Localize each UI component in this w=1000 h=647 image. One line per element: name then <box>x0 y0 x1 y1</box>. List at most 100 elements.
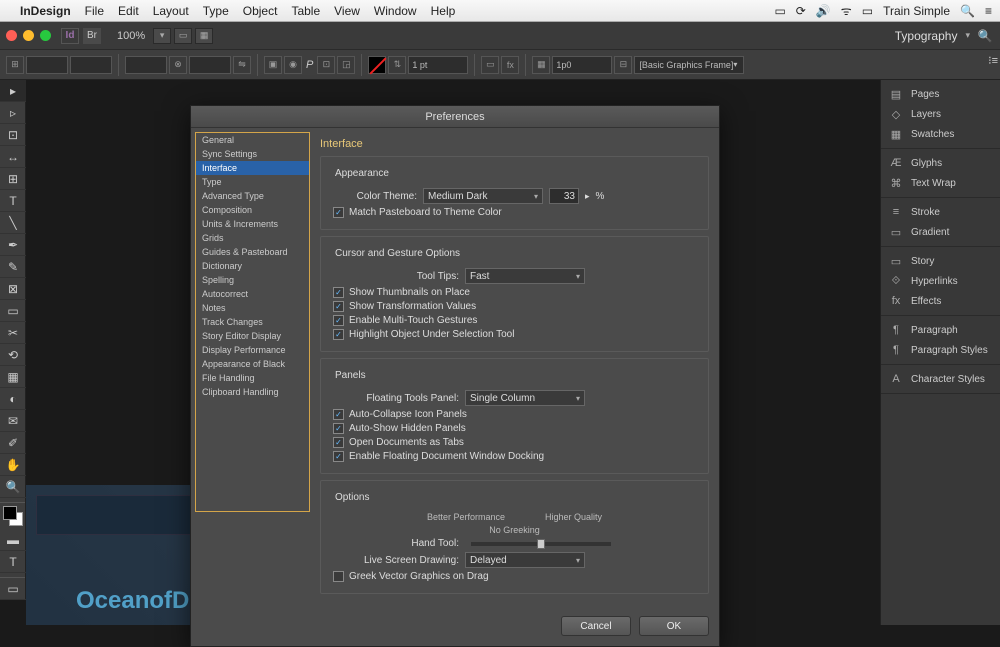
color-theme-dropdown[interactable]: Medium Dark▾ <box>423 188 543 204</box>
panel-layers[interactable]: ◇Layers <box>881 104 1000 124</box>
direct-selection-tool[interactable]: ▹ <box>0 102 26 124</box>
rotate-field[interactable] <box>189 56 231 74</box>
cancel-button[interactable]: Cancel <box>561 616 631 636</box>
category-general[interactable]: General <box>196 133 309 147</box>
show-transform-checkbox[interactable]: ✓Show Transformation Values <box>333 301 700 312</box>
zoom-window-button[interactable] <box>40 30 51 41</box>
corner-icon[interactable]: ◲ <box>337 56 355 74</box>
scissors-tool[interactable]: ✂ <box>0 322 26 344</box>
panel-menu-icon[interactable]: ⁝≡ <box>988 54 998 67</box>
wrap-icon[interactable]: ⊡ <box>317 56 335 74</box>
object-style-dropdown[interactable]: [Basic Graphics Frame]▾ <box>634 56 744 74</box>
screen-mode-normal[interactable]: ▭ <box>0 578 26 600</box>
pen-tool[interactable]: ✒ <box>0 234 26 256</box>
category-dictionary[interactable]: Dictionary <box>196 259 309 273</box>
gradient-tool[interactable]: ▦ <box>0 366 26 388</box>
selection-tool[interactable]: ▸ <box>0 80 26 102</box>
category-units-increments[interactable]: Units & Increments <box>196 217 309 231</box>
category-composition[interactable]: Composition <box>196 203 309 217</box>
fx-icon-a[interactable]: ▭ <box>481 56 499 74</box>
category-notes[interactable]: Notes <box>196 301 309 315</box>
apply-color-button[interactable]: ▬ <box>0 529 26 551</box>
panel-paragraph[interactable]: ¶Paragraph <box>881 320 1000 340</box>
auto-collapse-checkbox[interactable]: ✓Auto-Collapse Icon Panels <box>333 409 700 420</box>
align-icon[interactable]: ⊟ <box>614 56 632 74</box>
category-advanced-type[interactable]: Advanced Type <box>196 189 309 203</box>
tool-tips-dropdown[interactable]: Fast▾ <box>465 268 585 284</box>
workspace-switcher[interactable]: Typography <box>895 29 958 43</box>
panel-paragraph-styles[interactable]: ¶Paragraph Styles <box>881 340 1000 360</box>
menu-window[interactable]: Window <box>374 4 417 18</box>
zoom-tool[interactable]: 🔍 <box>0 476 26 498</box>
ok-button[interactable]: OK <box>639 616 709 636</box>
category-type[interactable]: Type <box>196 175 309 189</box>
gradient-feather-tool[interactable]: ◐ <box>0 388 26 410</box>
category-clipboard-handling[interactable]: Clipboard Handling <box>196 385 309 399</box>
menu-type[interactable]: Type <box>203 4 229 18</box>
category-sync-settings[interactable]: Sync Settings <box>196 147 309 161</box>
display-icon[interactable]: ▭ <box>774 4 785 18</box>
format-container-button[interactable]: T <box>0 551 26 573</box>
panel-text-wrap[interactable]: ⌘Text Wrap <box>881 173 1000 193</box>
multi-touch-checkbox[interactable]: ✓Enable Multi-Touch Gestures <box>333 315 700 326</box>
stroke-weight-field[interactable]: 1 pt <box>408 56 468 74</box>
panel-glyphs[interactable]: ÆGlyphs <box>881 153 1000 173</box>
minimize-window-button[interactable] <box>23 30 34 41</box>
fitting-icon[interactable]: ▦ <box>532 56 550 74</box>
floating-dock-checkbox[interactable]: ✓Enable Floating Document Window Docking <box>333 451 700 462</box>
sync-icon[interactable]: ⟳ <box>796 4 806 18</box>
menu-file[interactable]: File <box>85 4 104 18</box>
live-drawing-dropdown[interactable]: Delayed▾ <box>465 552 585 568</box>
panel-character-styles[interactable]: ACharacter Styles <box>881 369 1000 389</box>
free-transform-tool[interactable]: ⟲ <box>0 344 26 366</box>
brightness-stepper-icon[interactable]: ▸ <box>585 191 590 202</box>
ref-point-icon[interactable]: ⊞ <box>6 56 24 74</box>
menu-view[interactable]: View <box>334 4 360 18</box>
w-field[interactable] <box>70 56 112 74</box>
category-track-changes[interactable]: Track Changes <box>196 315 309 329</box>
highlight-object-checkbox[interactable]: ✓Highlight Object Under Selection Tool <box>333 329 700 340</box>
pencil-tool[interactable]: ✎ <box>0 256 26 278</box>
hand-tool[interactable]: ✋ <box>0 454 26 476</box>
menu-edit[interactable]: Edit <box>118 4 139 18</box>
menu-object[interactable]: Object <box>243 4 278 18</box>
fill-none-icon[interactable] <box>368 56 386 74</box>
rectangle-frame-tool[interactable]: ⊠ <box>0 278 26 300</box>
volume-icon[interactable]: 🔊 <box>816 4 831 18</box>
content-collector-tool[interactable]: ⊞ <box>0 168 26 190</box>
inset-field[interactable]: 1p0 <box>552 56 612 74</box>
flip-h-icon[interactable]: ⇋ <box>233 56 251 74</box>
note-tool[interactable]: ✉ <box>0 410 26 432</box>
zoom-level[interactable]: 100% <box>117 30 145 42</box>
panel-hyperlinks[interactable]: ⟐Hyperlinks <box>881 271 1000 291</box>
close-window-button[interactable] <box>6 30 17 41</box>
eyedropper-tool[interactable]: ✐ <box>0 432 26 454</box>
hand-tool-slider[interactable] <box>471 542 611 546</box>
panel-swatches[interactable]: ▦Swatches <box>881 124 1000 144</box>
open-tabs-checkbox[interactable]: ✓Open Documents as Tabs <box>333 437 700 448</box>
battery-icon[interactable]: ▭ <box>862 4 873 18</box>
category-display-performance[interactable]: Display Performance <box>196 343 309 357</box>
wifi-icon[interactable]: ᯤ <box>841 2 852 19</box>
tray-app-name[interactable]: Train Simple <box>883 4 950 18</box>
panel-pages[interactable]: ▤Pages <box>881 84 1000 104</box>
gap-tool[interactable]: ↔ <box>0 146 26 168</box>
panel-effects[interactable]: fxEffects <box>881 291 1000 311</box>
page-tool[interactable]: ⊡ <box>0 124 26 146</box>
match-pasteboard-checkbox[interactable]: ✓Match Pasteboard to Theme Color <box>333 207 700 218</box>
panel-stroke[interactable]: ≡Stroke <box>881 202 1000 222</box>
category-guides-pasteboard[interactable]: Guides & Pasteboard <box>196 245 309 259</box>
type-tool[interactable]: T <box>0 190 26 212</box>
category-grids[interactable]: Grids <box>196 231 309 245</box>
category-interface[interactable]: Interface <box>196 161 309 175</box>
app-name[interactable]: InDesign <box>20 4 71 18</box>
constrain-icon[interactable]: ⊗ <box>169 56 187 74</box>
floating-panel-dropdown[interactable]: Single Column▾ <box>465 390 585 406</box>
x-field[interactable] <box>26 56 68 74</box>
view-options-button[interactable]: ▾ <box>153 28 171 44</box>
notification-icon[interactable]: ≡ <box>985 4 992 18</box>
screen-mode-button[interactable]: ▭ <box>174 28 192 44</box>
spotlight-icon[interactable]: 🔍 <box>960 4 975 18</box>
stroke-swap-icon[interactable]: ⇅ <box>388 56 406 74</box>
scale-x-field[interactable] <box>125 56 167 74</box>
